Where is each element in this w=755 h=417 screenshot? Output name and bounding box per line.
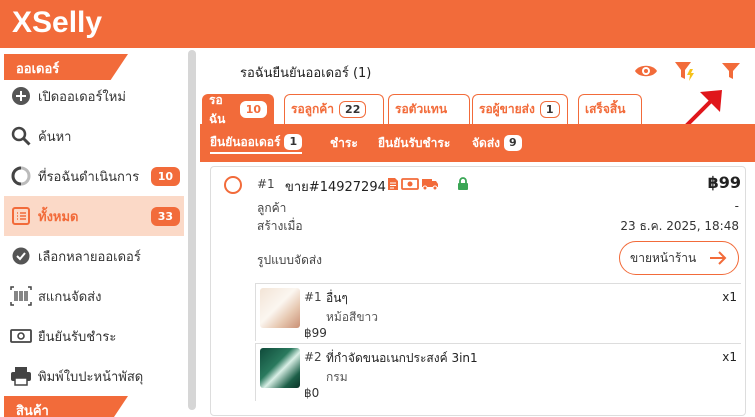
- main-panel: รอฉันยืนยันออเดอร์ (1) รอฉัน 10 รอลูกค้า…: [200, 48, 755, 417]
- order-status-icons: [387, 176, 469, 195]
- item-number: #1: [304, 290, 322, 304]
- item-name: ที่กำจัดขนอเนกประสงค์ 3in1: [326, 351, 478, 365]
- tab-label: เสร็จสิ้น: [585, 102, 626, 116]
- sidebar-item-label: ที่รอฉันดำเนินการ: [38, 169, 140, 185]
- subtab-label: ยืนยันรับชำระ: [378, 135, 451, 150]
- sidebar-scrollbar[interactable]: [188, 50, 196, 410]
- top-bar: XSelly: [0, 0, 755, 48]
- sidebar-item-label: เลือกหลายออเดอร์: [38, 249, 141, 265]
- tab-label: รอผู้ขายส่ง: [479, 102, 535, 116]
- item-variant: หม้อสีขาว: [326, 310, 379, 324]
- tab-completed[interactable]: เสร็จสิ้น: [578, 94, 642, 124]
- subtab-confirm-order[interactable]: ยืนยันออเดอร์ 1: [210, 132, 303, 154]
- item-variant: กรม: [326, 370, 348, 384]
- sidebar: ออเดอร์ เปิดออเดอร์ใหม่ ค้นหา ที่รอฉันดำ…: [0, 48, 200, 417]
- subtab-label: ยืนยันออเดอร์: [210, 134, 281, 149]
- check-circle-icon: [10, 245, 32, 267]
- money-icon: [10, 325, 32, 347]
- plus-circle-icon: [10, 85, 32, 107]
- arrow-right-icon: [708, 248, 728, 271]
- sidebar-item-multi-select[interactable]: เลือกหลายออเดอร์: [4, 236, 184, 276]
- customer-value: -: [734, 199, 739, 213]
- progress-circle-icon: [10, 165, 32, 187]
- shipping-method-value: ขายหน้าร้าน: [630, 250, 697, 265]
- tab-label: รอลูกค้า: [291, 102, 335, 116]
- tab-count: 1: [539, 101, 560, 118]
- item-quantity: x1: [722, 350, 737, 364]
- order-item[interactable]: #1 อื่นๆ หม้อสีขาว ฿99 x1: [255, 283, 741, 341]
- subtab-label: ชำระ: [330, 135, 358, 150]
- sidebar-badge: 33: [150, 206, 180, 226]
- created-value: 23 ธ.ค. 2025, 18:48: [620, 219, 739, 233]
- sidebar-item-scan-ship[interactable]: สแกนจัดส่ง: [4, 276, 184, 316]
- order-total: ฿99: [707, 173, 741, 192]
- customer-label: ลูกค้า: [257, 201, 287, 215]
- sidebar-item-search[interactable]: ค้นหา: [4, 116, 184, 156]
- sidebar-item-label: พิมพ์ใบปะหน้าพัสดุ: [38, 369, 144, 385]
- subtab-payment[interactable]: ชำระ: [330, 132, 358, 154]
- page-title: รอฉันยืนยันออเดอร์ (1): [240, 66, 372, 81]
- eye-icon[interactable]: [634, 60, 657, 82]
- item-price: ฿0: [304, 386, 320, 400]
- created-label: สร้างเมื่อ: [257, 219, 303, 233]
- sidebar-item-label: ค้นหา: [38, 129, 72, 145]
- search-icon: [10, 125, 32, 147]
- sidebar-item-all[interactable]: ทั้งหมด 33: [4, 196, 184, 236]
- sidebar-section-products: สินค้า: [4, 396, 128, 417]
- filter-icon[interactable]: [720, 60, 742, 82]
- sidebar-item-confirm-payment[interactable]: ยืนยันรับชำระ: [4, 316, 184, 356]
- subtab-confirm-payment[interactable]: ยืนยันรับชำระ: [378, 132, 450, 154]
- money-icon: [401, 176, 419, 195]
- tab-count: 22: [339, 101, 367, 118]
- sidebar-item-label: ยืนยันรับชำระ: [38, 329, 117, 345]
- sidebar-item-label: ทั้งหมด: [38, 209, 79, 225]
- order-number: #1: [257, 177, 275, 191]
- sidebar-item-label: สแกนจัดส่ง: [38, 289, 102, 305]
- sidebar-item-print-label[interactable]: พิมพ์ใบปะหน้าพัสดุ: [4, 356, 184, 396]
- sub-tabs: ยืนยันออเดอร์ 1 ชำระ ยืนยันรับชำระ จัดส่…: [200, 124, 755, 162]
- order-card[interactable]: #1 ขาย#14927294 ฿99 ลูกค้า - สร้างเมื่อ …: [210, 166, 746, 416]
- list-icon: [10, 205, 32, 227]
- tab-count: 10: [239, 101, 267, 118]
- subtab-label: จัดส่ง: [472, 135, 501, 150]
- status-tabs: รอฉัน 10 รอลูกค้า 22 รอตัวแทน รอผู้ขายส่…: [200, 93, 755, 126]
- order-item[interactable]: #2 ที่กำจัดขนอเนกประสงค์ 3in1 กรม ฿0 x1: [255, 343, 741, 401]
- app-logo[interactable]: XSelly: [12, 6, 102, 40]
- lock-icon: [457, 176, 469, 195]
- tab-waiting-customer[interactable]: รอลูกค้า 22: [284, 94, 384, 124]
- subtab-count: 1: [284, 134, 303, 150]
- item-number: #2: [304, 350, 322, 364]
- sidebar-item-pending[interactable]: ที่รอฉันดำเนินการ 10: [4, 156, 184, 196]
- barcode-icon: [10, 285, 32, 307]
- item-price: ฿99: [304, 326, 327, 340]
- product-thumbnail: [260, 348, 300, 388]
- sidebar-item-label: เปิดออเดอร์ใหม่: [38, 89, 126, 105]
- order-select-radio[interactable]: [224, 176, 242, 194]
- product-thumbnail: [260, 288, 300, 328]
- document-icon: [387, 176, 399, 195]
- shipping-method-button[interactable]: ขายหน้าร้าน: [619, 241, 739, 275]
- subtab-shipping[interactable]: จัดส่ง 9: [472, 132, 522, 154]
- tab-waiting-me[interactable]: รอฉัน 10: [202, 93, 274, 126]
- sidebar-badge: 10: [150, 166, 180, 186]
- filter-flash-icon[interactable]: [674, 60, 696, 82]
- tab-waiting-agent[interactable]: รอตัวแทน: [388, 94, 470, 124]
- sidebar-item-new-order[interactable]: เปิดออเดอร์ใหม่: [4, 76, 184, 116]
- truck-icon: [421, 176, 439, 195]
- subtab-count: 9: [504, 135, 522, 151]
- printer-icon: [10, 365, 32, 387]
- item-quantity: x1: [722, 290, 737, 304]
- item-name: อื่นๆ: [326, 291, 348, 305]
- tab-label: รอตัวแทน: [395, 102, 448, 116]
- order-id: ขาย#14927294: [285, 180, 386, 195]
- tab-label: รอฉัน: [209, 92, 226, 126]
- tab-waiting-wholesaler[interactable]: รอผู้ขายส่ง 1: [472, 94, 568, 124]
- shipping-label: รูปแบบจัดส่ง: [257, 253, 323, 267]
